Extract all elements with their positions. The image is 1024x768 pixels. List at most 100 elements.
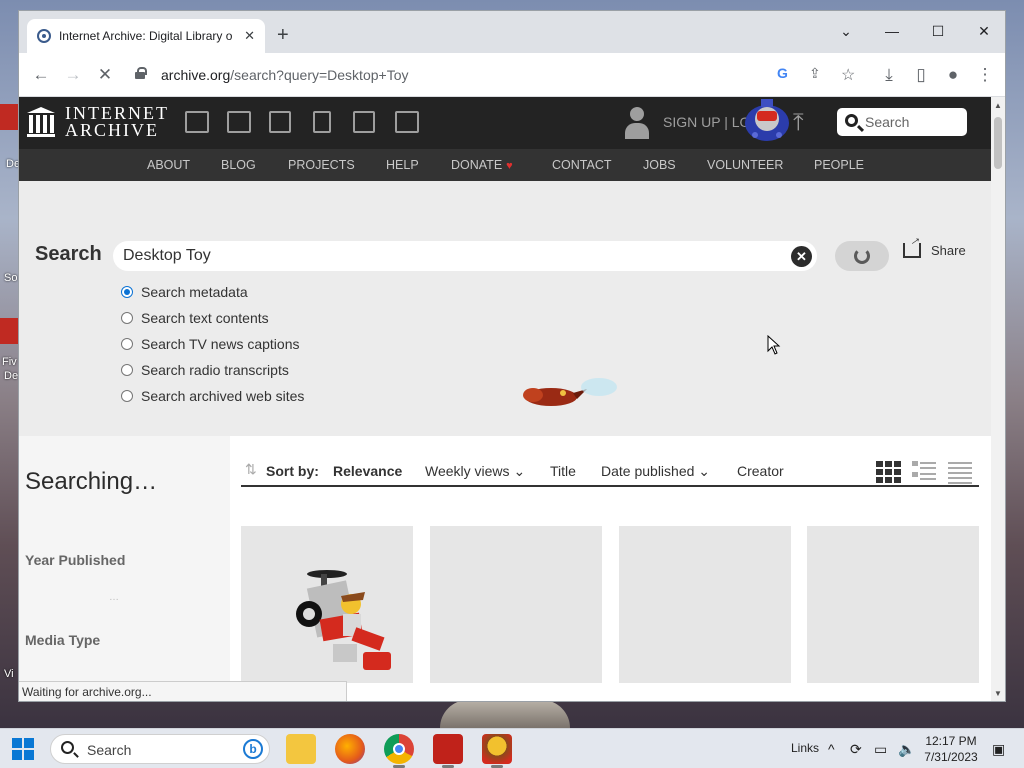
maximize-button[interactable]: ☐ — [923, 17, 953, 45]
result-tile-placeholder[interactable] — [619, 526, 791, 683]
scrollbar-thumb[interactable] — [994, 117, 1002, 169]
url-text[interactable]: archive.org/search?query=Desktop+Toy — [161, 67, 408, 83]
forward-button[interactable]: → — [61, 63, 85, 87]
list-detail-view-icon[interactable] — [911, 460, 937, 484]
page-scrollbar[interactable]: ▲ ▼ — [991, 97, 1005, 701]
web-page: INTERNET ARCHIVE SIGN UP | LO ⤒ Search A… — [19, 97, 991, 683]
search-query-field[interactable]: Desktop Toy ✕ — [113, 241, 817, 271]
back-button[interactable]: ← — [29, 63, 53, 87]
stop-loading-button[interactable]: ✕ — [93, 63, 117, 87]
scroll-down-arrow-icon[interactable]: ▼ — [994, 689, 1002, 698]
tab-search-chevron-icon[interactable]: ⌄ — [831, 17, 861, 45]
nav-contact[interactable]: CONTACT — [552, 158, 612, 172]
system-clock[interactable]: 12:17 PM 7/31/2023 — [916, 733, 986, 765]
chevron-up-icon[interactable]: ^ — [828, 741, 835, 757]
bookmark-star-icon[interactable]: ☆ — [841, 65, 855, 85]
web-archive-icon[interactable] — [185, 111, 209, 133]
nav-donate[interactable]: DONATE ♥ — [451, 158, 513, 172]
desktop-icon[interactable] — [0, 104, 18, 130]
lock-icon[interactable] — [135, 67, 147, 79]
compact-list-view-icon[interactable] — [947, 460, 973, 484]
signup-login-link[interactable]: SIGN UP | LO — [663, 114, 750, 130]
search-submit-button[interactable] — [835, 241, 889, 271]
new-tab-button[interactable]: + — [277, 25, 289, 45]
software-floppy-icon[interactable] — [353, 111, 375, 133]
radio-button[interactable] — [121, 286, 133, 298]
minimize-button[interactable]: — — [877, 17, 907, 45]
sort-creator[interactable]: Creator — [737, 463, 784, 479]
radio-button[interactable] — [121, 338, 133, 350]
user-avatar-icon[interactable] — [623, 107, 651, 139]
network-icon[interactable]: ▭ — [874, 741, 887, 758]
notification-icon[interactable]: ▣ — [992, 741, 1005, 758]
taskbar-search-text: Search — [87, 742, 132, 758]
nav-blog[interactable]: BLOG — [221, 158, 256, 172]
firefox-icon[interactable] — [335, 734, 365, 764]
loading-spinner-icon — [854, 248, 870, 264]
address-bar[interactable]: archive.org/search?query=Desktop+Toy G ⇪… — [127, 59, 865, 91]
radio-button[interactable] — [121, 312, 133, 324]
nav-people[interactable]: PEOPLE — [814, 158, 864, 172]
ia-header: INTERNET ARCHIVE SIGN UP | LO ⤒ — [19, 97, 991, 149]
ia-header-search-input[interactable] — [865, 114, 961, 130]
result-tile-placeholder[interactable] — [430, 526, 602, 683]
google-translate-icon[interactable]: G — [777, 65, 788, 81]
side-panel-icon[interactable]: ▯ — [909, 63, 933, 87]
sort-weekly-views[interactable]: Weekly views ⌄ — [425, 463, 525, 480]
ia-header-search[interactable] — [837, 108, 967, 136]
video-film-icon[interactable] — [269, 111, 291, 133]
profile-avatar-icon[interactable]: ● — [941, 63, 965, 87]
texts-book-icon[interactable] — [227, 111, 251, 133]
close-window-button[interactable]: ✕ — [969, 17, 999, 45]
volume-icon[interactable]: 🔈 — [898, 741, 915, 758]
radio-button[interactable] — [121, 364, 133, 376]
sort-relevance[interactable]: Relevance — [333, 463, 402, 479]
result-tile-placeholder[interactable] — [807, 526, 979, 683]
upload-icon[interactable]: ⤒ — [793, 109, 804, 137]
desktop-toy-app-icon[interactable] — [433, 734, 463, 768]
nav-about[interactable]: ABOUT — [147, 158, 190, 172]
search-option-tv[interactable]: Search TV news captions — [121, 336, 300, 352]
desktop-icon-label: De — [4, 370, 19, 382]
browser-tab[interactable]: Internet Archive: Digital Library o ✕ — [27, 19, 265, 53]
share-button[interactable]: Share — [903, 243, 966, 258]
tab-close-icon[interactable]: ✕ — [244, 28, 255, 44]
search-option-radio[interactable]: Search radio transcripts — [121, 362, 289, 378]
facet-year-published[interactable]: Year Published — [25, 552, 125, 568]
share-page-icon[interactable]: ⇪ — [809, 65, 821, 82]
sort-direction-icon[interactable]: ⇅ — [245, 461, 257, 478]
internet-archive-logo-icon[interactable] — [27, 107, 55, 137]
search-option-web[interactable]: Search archived web sites — [121, 388, 304, 404]
sort-label: Sort by: — [266, 463, 319, 479]
search-option-text[interactable]: Search text contents — [121, 310, 269, 326]
clear-search-button[interactable]: ✕ — [791, 246, 812, 267]
tile-view-icon[interactable] — [875, 460, 901, 484]
nav-help[interactable]: HELP — [386, 158, 419, 172]
bing-icon[interactable]: b — [243, 739, 263, 759]
taskbar-search[interactable]: Search b — [50, 734, 270, 764]
sort-date-published[interactable]: Date published ⌄ — [601, 463, 710, 480]
radio-button[interactable] — [121, 390, 133, 402]
ia-wordmark[interactable]: INTERNET ARCHIVE — [65, 104, 169, 139]
desktop-icon[interactable] — [0, 318, 18, 344]
audio-speaker-icon[interactable] — [313, 111, 331, 133]
sort-title[interactable]: Title — [550, 463, 576, 479]
nav-jobs[interactable]: JOBS — [643, 158, 676, 172]
sync-icon[interactable]: ⟳ — [850, 741, 862, 758]
images-icon[interactable] — [395, 111, 419, 133]
search-icon — [845, 114, 858, 127]
browser-menu-icon[interactable]: ⋮ — [973, 63, 997, 87]
links-toolbar[interactable]: Links — [791, 741, 819, 755]
file-explorer-icon[interactable] — [286, 734, 316, 764]
start-windows-icon[interactable] — [12, 738, 34, 760]
nav-projects[interactable]: PROJECTS — [288, 158, 355, 172]
nav-volunteer[interactable]: VOLUNTEER — [707, 158, 783, 172]
scroll-up-arrow-icon[interactable]: ▲ — [994, 101, 1002, 110]
search-query-value[interactable]: Desktop Toy — [123, 247, 211, 265]
lego-figure-app-icon[interactable] — [482, 734, 512, 768]
search-option-metadata[interactable]: Search metadata — [121, 284, 248, 300]
chrome-icon[interactable] — [384, 734, 414, 768]
download-icon[interactable]: ⤓ — [877, 63, 901, 87]
sort-bar: ⇅ Sort by: Relevance Weekly views ⌄ Titl… — [241, 460, 979, 487]
facet-media-type[interactable]: Media Type — [25, 632, 100, 648]
